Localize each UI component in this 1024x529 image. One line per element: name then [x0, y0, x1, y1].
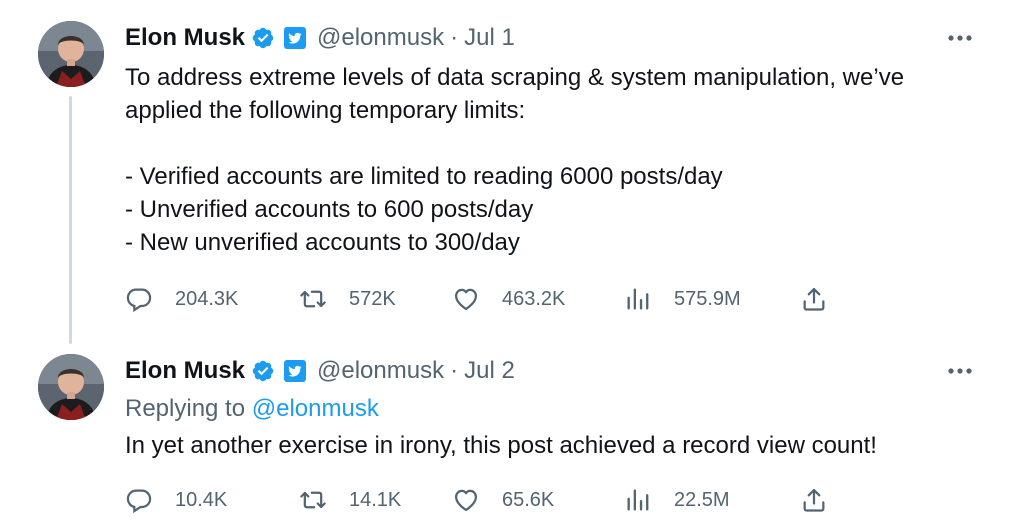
reply-button[interactable]: 204.3K: [125, 282, 299, 316]
twitter-org-badge-icon[interactable]: [283, 26, 307, 50]
avatar[interactable]: [38, 21, 104, 87]
tweet-header: Elon Musk @elonmusk · Jul 1: [125, 22, 515, 54]
share-upload-icon: [800, 486, 828, 514]
reply-bubble-icon: [125, 285, 153, 313]
share-upload-icon: [800, 285, 828, 313]
tweet-date[interactable]: Jul 1: [464, 24, 515, 52]
like-button[interactable]: 65.6K: [452, 483, 624, 517]
tweet-header: Elon Musk @elonmusk · Jul 2: [125, 355, 515, 387]
thread-connector-line: [69, 96, 72, 344]
retweet-button[interactable]: 572K: [299, 282, 452, 316]
author-name[interactable]: Elon Musk: [125, 24, 245, 52]
retweet-button[interactable]: 14.1K: [299, 483, 452, 517]
tweet-text: To address extreme levels of data scrapi…: [125, 64, 905, 256]
avatar[interactable]: [38, 354, 104, 420]
author-handle[interactable]: @elonmusk: [317, 24, 444, 52]
replying-to-label: Replying to: [125, 395, 246, 422]
author-name[interactable]: Elon Musk: [125, 357, 245, 385]
reply-button[interactable]: 10.4K: [125, 483, 299, 517]
separator-dot: ·: [450, 357, 459, 384]
like-count: 463.2K: [502, 287, 566, 310]
like-button[interactable]: 463.2K: [452, 282, 624, 316]
reply-bubble-icon: [125, 486, 153, 514]
views-bars-icon: [624, 486, 652, 514]
views-count: 22.5M: [674, 488, 730, 511]
author-handle[interactable]: @elonmusk: [317, 357, 444, 385]
verified-check-icon[interactable]: [251, 359, 275, 383]
tweet-text: In yet another exercise in irony, this p…: [125, 432, 877, 459]
more-dots-icon[interactable]: [946, 28, 974, 48]
tweet-actions: 204.3K 572K 463.2K 575.9M: [125, 282, 830, 316]
share-button[interactable]: [800, 483, 830, 517]
tweet-actions: 10.4K 14.1K 65.6K 22.5M: [125, 483, 830, 517]
replying-to-mention[interactable]: @elonmusk: [252, 395, 379, 422]
separator-dot: ·: [450, 24, 459, 51]
share-button[interactable]: [800, 282, 830, 316]
verified-check-icon[interactable]: [251, 26, 275, 50]
more-dots-icon[interactable]: [946, 361, 974, 381]
retweet-count: 572K: [349, 287, 396, 310]
retweet-count: 14.1K: [349, 488, 402, 511]
reply-count: 10.4K: [175, 488, 228, 511]
heart-icon: [452, 486, 480, 514]
reply-count: 204.3K: [175, 287, 239, 310]
views-button[interactable]: 22.5M: [624, 483, 800, 517]
retweet-arrows-icon: [299, 285, 327, 313]
views-button[interactable]: 575.9M: [624, 282, 800, 316]
like-count: 65.6K: [502, 488, 555, 511]
views-count: 575.9M: [674, 287, 741, 310]
replying-to: Replying to @elonmusk: [125, 395, 379, 423]
retweet-arrows-icon: [299, 486, 327, 514]
heart-icon: [452, 285, 480, 313]
views-bars-icon: [624, 285, 652, 313]
twitter-org-badge-icon[interactable]: [283, 359, 307, 383]
tweet-date[interactable]: Jul 2: [464, 357, 515, 385]
